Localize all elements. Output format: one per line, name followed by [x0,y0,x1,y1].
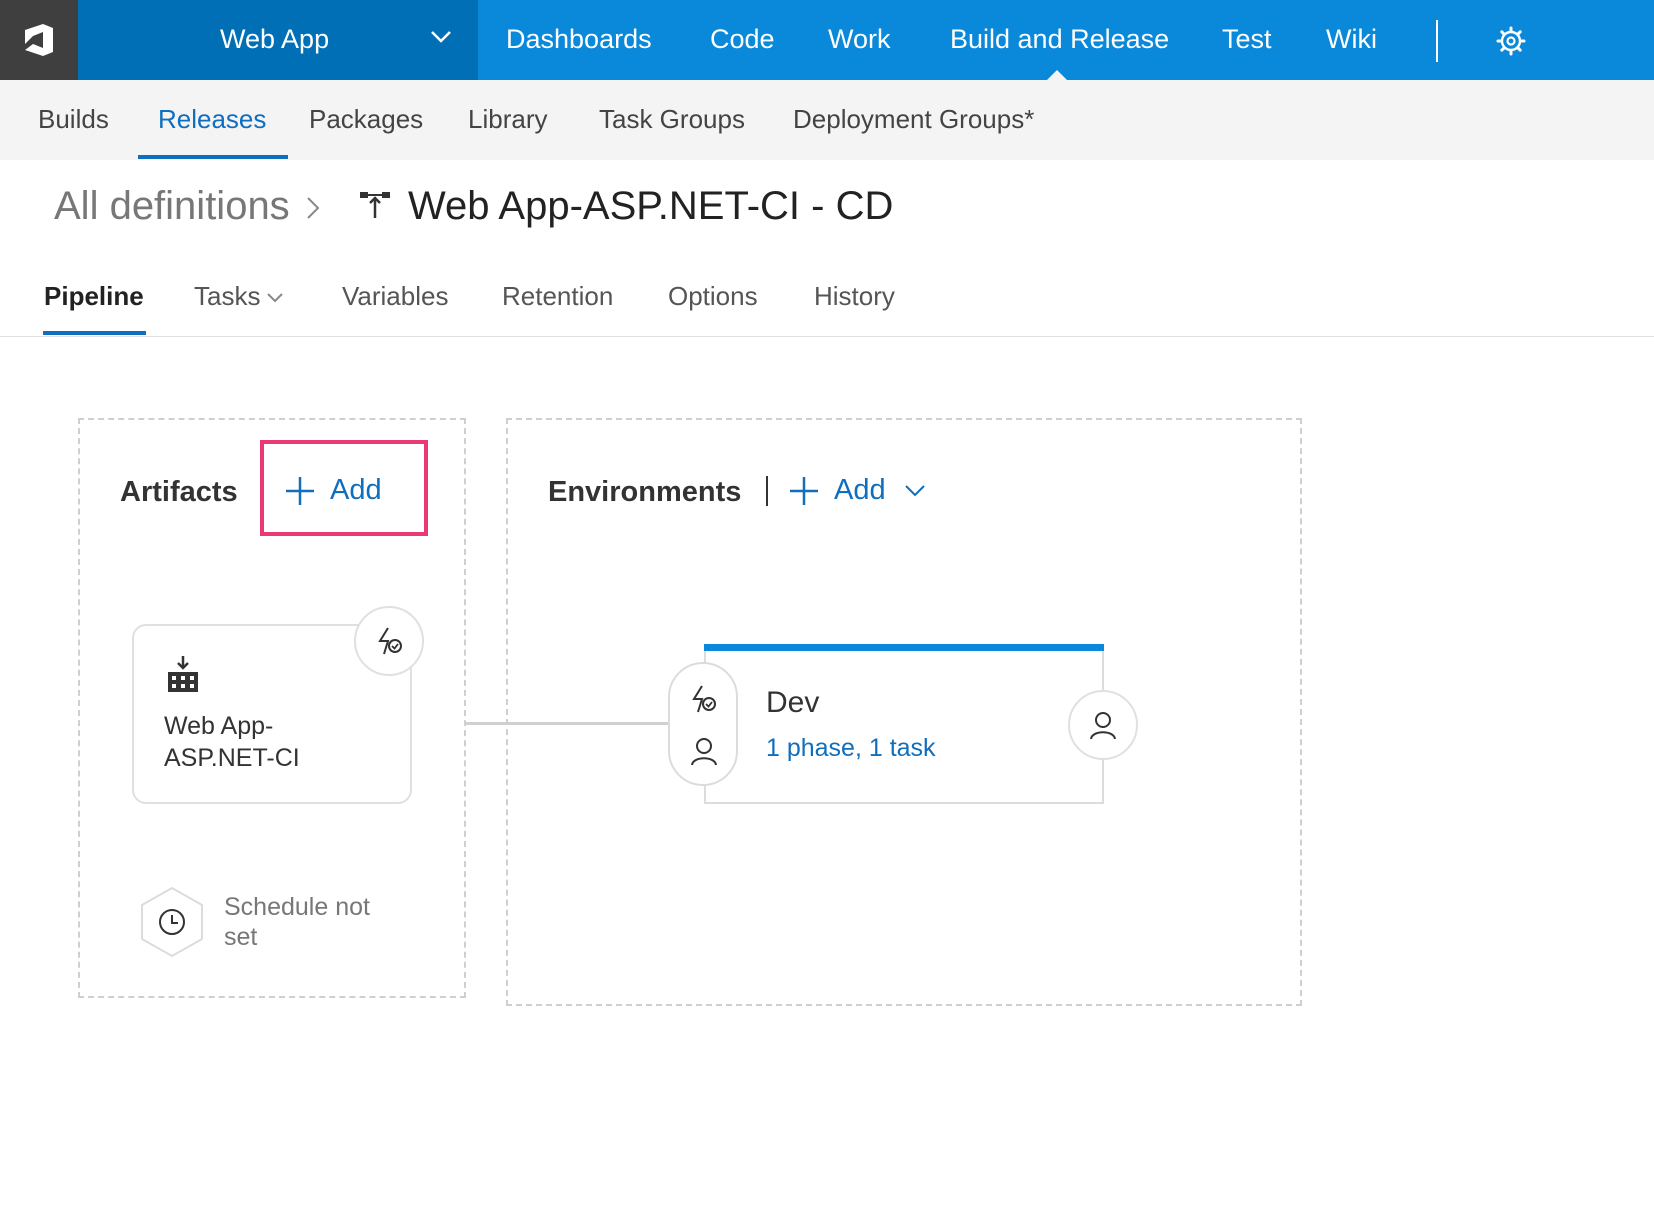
chevron-right-icon [307,197,320,219]
environment-card[interactable] [704,644,1104,804]
plus-icon [790,476,818,505]
add-artifact-highlight [260,440,428,536]
nav-code[interactable]: Code [710,24,775,55]
tab-options[interactable]: Options [668,281,758,312]
project-selector[interactable]: Web App [78,0,478,80]
chevron-down-icon[interactable] [266,292,284,304]
tab-active-underline [43,331,146,335]
tab-retention[interactable]: Retention [502,281,613,312]
breadcrumb-all-definitions[interactable]: All definitions [54,184,290,229]
continuous-deployment-trigger-button[interactable] [354,606,424,676]
subnav-active-underline [138,155,288,159]
subnav-deployment-groups[interactable]: Deployment Groups* [793,104,1034,135]
vsts-logo-icon [25,24,53,56]
nav-divider [1436,20,1438,62]
artifact-name: Web App-ASP.NET-CI [164,712,300,772]
trigger-icon[interactable] [688,684,718,714]
artifacts-title: Artifacts [120,476,238,508]
subnav-task-groups[interactable]: Task Groups [599,104,745,135]
nav-test[interactable]: Test [1222,24,1272,55]
tab-tasks[interactable]: Tasks [194,281,260,312]
environment-summary-link[interactable]: 1 phase, 1 task [766,734,936,763]
gear-icon[interactable] [1496,26,1526,56]
trigger-icon [378,627,402,655]
release-pipeline-icon [360,192,390,218]
add-environment-label: Add [834,474,886,506]
post-deployment-approvals-button[interactable] [1068,690,1138,760]
schedule-status[interactable]: Schedule not set [224,892,384,952]
environments-separator [766,476,768,506]
nav-wiki[interactable]: Wiki [1326,24,1377,55]
pre-deployment-conditions[interactable] [668,662,738,786]
chevron-down-icon [431,31,451,43]
schedule-button[interactable] [140,886,204,958]
definition-title: Web App-ASP.NET-CI - CD [408,184,894,228]
tab-variables[interactable]: Variables [342,281,448,312]
build-artifact-icon [168,656,198,692]
person-icon [1090,712,1116,740]
tab-history[interactable]: History [814,281,895,312]
subnav-packages[interactable]: Packages [309,104,423,135]
nav-work[interactable]: Work [828,24,891,55]
subnav-releases[interactable]: Releases [158,104,266,135]
nav-dashboards[interactable]: Dashboards [506,24,652,55]
tabs-divider [0,336,1654,337]
project-name: Web App [220,24,330,54]
nav-build-and-release[interactable]: Build and Release [950,24,1169,55]
environment-card-accent [704,644,1104,651]
environment-name[interactable]: Dev [766,686,819,720]
environments-title: Environments [548,476,742,508]
person-icon[interactable] [689,736,719,766]
chevron-down-icon [904,484,925,496]
add-environment-button[interactable]: Add [788,474,926,507]
vsts-logo[interactable] [0,0,78,80]
subnav-library[interactable]: Library [468,104,547,135]
subnav-builds[interactable]: Builds [38,104,109,135]
tab-pipeline[interactable]: Pipeline [44,281,144,312]
